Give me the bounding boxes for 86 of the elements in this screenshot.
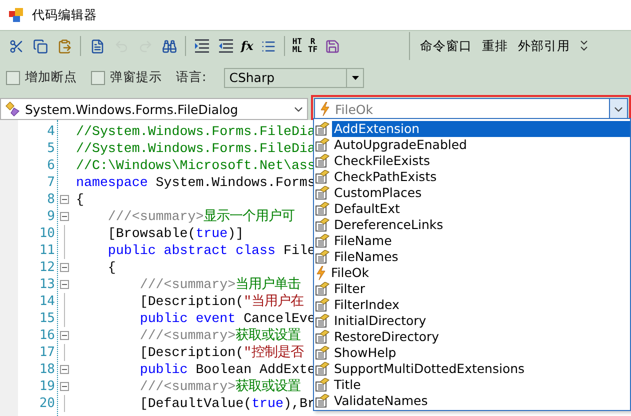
code-line: namespace System.Windows.Forms bbox=[76, 174, 316, 191]
member-item[interactable]: CustomPlaces bbox=[332, 185, 424, 201]
member-dropdown[interactable]: FileOk bbox=[314, 98, 628, 120]
member-item[interactable]: CheckFileExists bbox=[332, 153, 432, 169]
line-number: 19 bbox=[38, 378, 56, 395]
dropdown-arrow-icon bbox=[352, 76, 359, 80]
code-line: public Boolean AddExte bbox=[138, 361, 316, 378]
line-number: 18 bbox=[38, 361, 56, 378]
code-line: ///<summary>显示一个用户可 bbox=[106, 208, 296, 225]
line-number: 11 bbox=[38, 242, 56, 259]
member-item[interactable]: AddExtension bbox=[332, 121, 630, 137]
command-button[interactable]: 重排 bbox=[482, 38, 508, 54]
command-button[interactable]: 外部引用 bbox=[518, 38, 570, 54]
collapse-icon[interactable] bbox=[60, 365, 68, 374]
code-line: [Browsable(true)] bbox=[106, 225, 245, 242]
export-button[interactable]: R TF bbox=[308, 38, 318, 54]
line-number: 20 bbox=[38, 395, 56, 412]
clipboard-icon bbox=[56, 38, 72, 54]
line-number: 16 bbox=[38, 327, 56, 344]
line-number: 9 bbox=[46, 208, 56, 225]
code-line: //System.Windows.Forms.FileDia bbox=[76, 123, 316, 140]
checkbox[interactable]: 增加断点 bbox=[6, 69, 77, 86]
line-number: 13 bbox=[38, 276, 56, 293]
code-line: [Description("控制是否 bbox=[138, 344, 305, 361]
line-number: 15 bbox=[38, 310, 56, 327]
member-item[interactable]: InitialDirectory bbox=[332, 313, 428, 329]
collapse-icon[interactable] bbox=[60, 195, 68, 204]
member-item[interactable]: ShowHelp bbox=[332, 345, 398, 361]
code-line: ///<summary>当用户单击 bbox=[138, 276, 302, 293]
lightning-icon bbox=[315, 266, 327, 280]
line-number: 4 bbox=[46, 123, 56, 140]
collapse-icon[interactable] bbox=[60, 280, 68, 289]
member-item[interactable]: Filter bbox=[332, 281, 367, 297]
member-item[interactable]: FilterIndex bbox=[332, 297, 402, 313]
member-item[interactable]: FileOk bbox=[329, 265, 371, 281]
collapse-icon[interactable] bbox=[60, 382, 68, 391]
member-item[interactable]: RestoreDirectory bbox=[332, 329, 442, 345]
line-number: 7 bbox=[46, 174, 56, 191]
member-item[interactable]: FileName bbox=[332, 233, 394, 249]
line-number: 17 bbox=[38, 344, 56, 361]
code-line: //C:\Windows\Microsoft.Net\ass bbox=[76, 157, 316, 174]
export-button[interactable]: HT ML bbox=[292, 38, 302, 54]
overflow-icon[interactable] bbox=[580, 40, 588, 52]
checkbox[interactable]: 弹窗提示 bbox=[91, 69, 162, 86]
indent-icon bbox=[194, 38, 210, 54]
member-item[interactable]: ValidateNames bbox=[332, 393, 430, 409]
list-icon bbox=[260, 38, 276, 54]
scissors-icon bbox=[8, 38, 24, 54]
code-line: [DefaultValue(true),Br bbox=[138, 395, 316, 412]
line-number: 10 bbox=[38, 225, 56, 242]
member-item[interactable]: DereferenceLinks bbox=[332, 217, 446, 233]
binoculars-icon bbox=[162, 38, 176, 54]
code-line: //System.Windows.Forms.FileDia bbox=[76, 140, 316, 157]
command-button[interactable]: 命令窗口 bbox=[420, 38, 472, 54]
line-number: 8 bbox=[46, 191, 56, 208]
copy-icon bbox=[32, 38, 48, 54]
member-item[interactable]: FileNames bbox=[332, 249, 400, 265]
class-dropdown[interactable]: System.Windows.Forms.FileDialog bbox=[0, 98, 308, 120]
member-item[interactable]: AutoUpgradeEnabled bbox=[332, 137, 469, 153]
code-line: [Description("当用户在 bbox=[138, 293, 305, 310]
code-line: public event CancelEve bbox=[138, 310, 316, 327]
formula-button[interactable]: fx bbox=[241, 39, 254, 53]
collapse-icon[interactable] bbox=[60, 263, 68, 272]
member-item[interactable]: CheckPathExists bbox=[332, 169, 439, 185]
code-line: ///<summary>获取或设置 bbox=[138, 378, 302, 395]
dropdown-button[interactable] bbox=[609, 99, 627, 119]
document-icon bbox=[90, 38, 104, 54]
class-icon bbox=[5, 101, 21, 117]
line-number: 14 bbox=[38, 293, 56, 310]
language-label: 语言: bbox=[176, 69, 206, 86]
member-item[interactable]: Title bbox=[332, 377, 363, 393]
outdent-icon bbox=[218, 38, 234, 54]
collapse-icon[interactable] bbox=[60, 331, 68, 340]
lightning-icon bbox=[319, 102, 331, 116]
window-title: 代码编辑器 bbox=[32, 6, 97, 24]
code-line: { bbox=[76, 191, 85, 208]
member-item[interactable]: SupportMultiDottedExtensions bbox=[332, 361, 527, 377]
collapse-icon[interactable] bbox=[60, 212, 68, 221]
app-icon bbox=[8, 7, 24, 23]
line-number: 5 bbox=[46, 140, 56, 157]
code-line: { bbox=[106, 259, 117, 276]
member-item[interactable]: DefaultExt bbox=[332, 201, 402, 217]
language-dropdown[interactable]: CSharp bbox=[224, 68, 364, 88]
code-line: ///<summary>获取或设置 bbox=[138, 327, 302, 344]
line-number: 12 bbox=[38, 259, 56, 276]
line-number: 6 bbox=[46, 157, 56, 174]
